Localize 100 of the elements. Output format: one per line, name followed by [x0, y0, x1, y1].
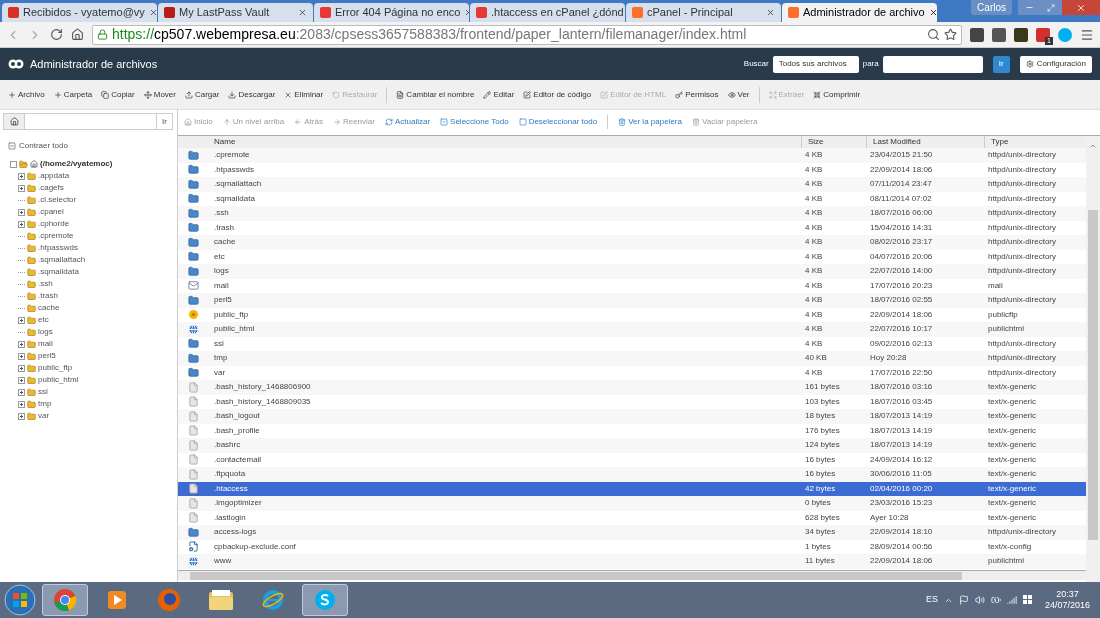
tree-item[interactable]: ssl — [18, 386, 177, 398]
browser-tab[interactable]: My LastPass Vault — [158, 3, 313, 22]
scroll-up-icon[interactable] — [1089, 142, 1097, 150]
expand-icon[interactable] — [18, 220, 25, 228]
language-indicator[interactable]: ES — [925, 593, 938, 607]
toolbar-button[interactable]: Ver — [727, 88, 750, 101]
toolbar-button[interactable]: Cambiar el nombre — [396, 88, 475, 101]
close-icon[interactable] — [298, 8, 307, 17]
windows-flag-icon[interactable] — [1022, 595, 1033, 605]
expand-icon[interactable] — [18, 340, 25, 348]
reload-icon[interactable] — [50, 28, 63, 41]
tree-item[interactable]: public_ftp — [18, 362, 177, 374]
expand-icon[interactable] — [18, 412, 25, 420]
go-button[interactable]: Ir — [156, 113, 173, 130]
collapse-all-link[interactable]: Contraer todo — [19, 140, 68, 152]
tree-item[interactable]: .cl.selector — [18, 194, 177, 206]
tree-item[interactable]: cache — [18, 302, 177, 314]
file-row[interactable]: .ssh 4 KB 18/07/2016 06:00 httpd/unix-directory — [178, 206, 1086, 221]
close-icon[interactable] — [766, 8, 775, 17]
toolbar-button[interactable]: Comprimir — [813, 88, 861, 101]
bookmark-star-icon[interactable] — [944, 28, 957, 41]
tree-item[interactable]: logs — [18, 326, 177, 338]
file-row[interactable]: cache 4 KB 08/02/2016 23:17 httpd/unix-directory — [178, 235, 1086, 250]
extension-icon[interactable] — [992, 27, 1006, 42]
horizontal-scrollbar[interactable] — [178, 570, 1086, 580]
file-row[interactable]: .bashrc 124 bytes 18/07/2013 14:19 text/x-generic — [178, 438, 1086, 453]
tree-item[interactable]: .cpremote — [18, 230, 177, 242]
file-row[interactable]: perl5 4 KB 18/07/2016 02:55 httpd/unix-directory — [178, 293, 1086, 308]
nav-link[interactable]: Deseleccionar todo — [518, 115, 598, 128]
zoom-icon[interactable] — [927, 28, 940, 41]
expand-icon[interactable] — [18, 376, 25, 384]
browser-tab[interactable]: Administrador de archivo — [782, 3, 937, 22]
expand-icon[interactable] — [18, 316, 25, 324]
flag-icon[interactable] — [958, 595, 969, 605]
file-row[interactable]: .cpremote 4 KB 23/04/2015 21:50 httpd/unix-directory — [178, 148, 1086, 163]
expand-icon[interactable] — [18, 352, 25, 360]
toolbar-button[interactable]: Eliminar — [284, 88, 324, 101]
toolbar-button[interactable]: Copiar — [101, 88, 135, 101]
scope-dropdown[interactable]: Todos sus archivos — [772, 55, 859, 73]
nav-link[interactable]: Actualizar — [384, 115, 431, 128]
toolbar-button[interactable]: Archivo — [8, 88, 45, 101]
tree-item[interactable]: .ssh — [18, 278, 177, 290]
toolbar-button[interactable]: Descargar — [228, 88, 276, 101]
toolbar-button[interactable]: Editar — [483, 88, 515, 101]
nav-link[interactable]: Seleccione Todo — [440, 115, 509, 128]
extension-icon[interactable] — [970, 27, 984, 42]
tree-item[interactable]: .cagefs — [18, 182, 177, 194]
tree-item[interactable]: public_html — [18, 374, 177, 386]
browser-tab[interactable]: .htaccess en cPanel ¿dónd — [470, 3, 625, 22]
tree-item[interactable]: .htpasswds — [18, 242, 177, 254]
close-icon[interactable] — [928, 8, 937, 17]
toolbar-button[interactable]: Carpeta — [53, 88, 93, 101]
tree-item[interactable]: .sqmaildata — [18, 266, 177, 278]
volume-icon[interactable] — [974, 595, 985, 605]
tree-item[interactable]: .trash — [18, 290, 177, 302]
taskbar-button[interactable] — [302, 584, 348, 616]
tree-item[interactable]: etc — [18, 314, 177, 326]
file-row[interactable]: access-logs 34 bytes 22/09/2014 18:10 httpd/unix-directory — [178, 525, 1086, 540]
expand-icon[interactable] — [18, 172, 25, 180]
tree-toggle-icon[interactable] — [10, 160, 17, 168]
signal-icon[interactable] — [1006, 595, 1017, 605]
toolbar-button[interactable]: Permisos — [675, 88, 719, 101]
browser-tab[interactable]: Error 404 Página no enco — [314, 3, 469, 22]
browser-tab[interactable]: Recibidos - vyatemo@vy — [2, 3, 157, 22]
expand-icon[interactable] — [18, 184, 25, 192]
expand-icon[interactable] — [18, 208, 25, 216]
tree-item[interactable]: perl5 — [18, 350, 177, 362]
settings-button[interactable]: Configuración — [1019, 55, 1092, 73]
tree-root[interactable]: (/home2/vyatemoc) — [10, 158, 177, 170]
column-header[interactable]: Name — [208, 136, 801, 148]
tree-item[interactable]: .cpanel — [18, 206, 177, 218]
go-button[interactable]: Ir — [992, 55, 1010, 73]
file-row[interactable]: public_html 4 KB 22/07/2016 10:17 publichtml — [178, 322, 1086, 337]
extension-icon[interactable] — [1014, 27, 1028, 42]
file-row[interactable]: www 11 bytes 22/09/2014 18:06 publichtml — [178, 554, 1086, 569]
menu-icon[interactable] — [1080, 27, 1094, 42]
tree-item[interactable]: mail — [18, 338, 177, 350]
search-field[interactable] — [882, 55, 983, 73]
home-icon[interactable] — [71, 28, 84, 41]
battery-icon[interactable] — [990, 595, 1001, 605]
start-button[interactable] — [4, 584, 36, 616]
tree-item[interactable]: var — [18, 410, 177, 422]
taskbar-button[interactable] — [42, 584, 88, 616]
vertical-scrollbar[interactable] — [1086, 136, 1100, 582]
file-row[interactable]: tmp 40 KB Hoy 20:28 httpd/unix-directory — [178, 351, 1086, 366]
extension-icon[interactable] — [1036, 27, 1050, 42]
expand-icon[interactable] — [18, 400, 25, 408]
path-field[interactable] — [25, 113, 157, 130]
toolbar-button[interactable]: Cargar — [184, 88, 220, 101]
tree-item[interactable]: tmp — [18, 398, 177, 410]
home-button[interactable] — [3, 113, 25, 130]
expand-icon[interactable] — [18, 388, 25, 396]
file-row[interactable]: .ftpquota 16 bytes 30/06/2016 11:05 text/x-generic — [178, 467, 1086, 482]
file-row[interactable]: .bash_logout 18 bytes 18/07/2013 14:19 text/x-generic — [178, 409, 1086, 424]
file-row[interactable]: .imgoptimizer 0 bytes 23/03/2016 15:23 text/x-generic — [178, 496, 1086, 511]
nav-link[interactable]: Ver la papelera — [618, 115, 682, 128]
browser-tab[interactable]: cPanel - Principal — [626, 3, 781, 22]
expand-icon[interactable] — [18, 364, 25, 372]
toolbar-button[interactable]: Mover — [143, 88, 176, 101]
toolbar-button[interactable]: Editor de código — [523, 88, 592, 101]
